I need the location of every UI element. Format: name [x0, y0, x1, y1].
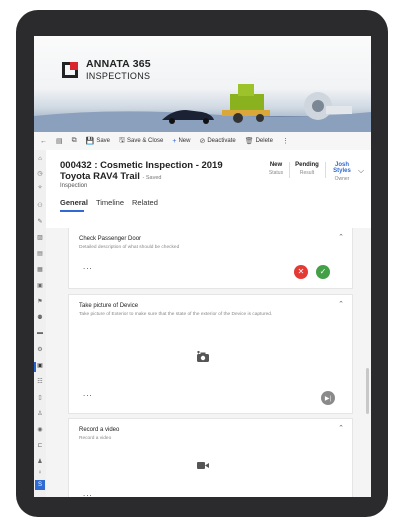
tab-general[interactable]: General — [60, 198, 88, 207]
new-button[interactable]: + New — [172, 138, 190, 145]
save-close-icon: 🖫 — [119, 136, 125, 144]
step-title: Take picture of Device — [79, 303, 139, 309]
check-icon: ✓ — [319, 267, 327, 276]
save-close-label: Save & Close — [127, 138, 164, 144]
location-icon[interactable]: ◉ — [36, 426, 44, 433]
delete-button[interactable]: 🗑 Delete — [245, 137, 273, 145]
scrollbar-thumb[interactable] — [366, 368, 369, 414]
brand-banner: ANNATA 365 INSPECTIONS — [34, 36, 371, 132]
record-header: 000432 : Cosmetic Inspection - 2019 Toyo… — [46, 150, 371, 229]
active-tab-underline — [60, 210, 84, 212]
step-description: Detailed description of what should be c… — [79, 245, 180, 250]
save-button[interactable]: 💾 Save — [86, 137, 110, 145]
tab-related[interactable]: Related — [132, 198, 158, 207]
clipboard-icon[interactable]: ▨ — [36, 234, 44, 241]
plus-icon: + — [172, 137, 177, 145]
more-commands-button[interactable]: ⋮ — [282, 137, 289, 145]
step-title: Record a video — [79, 427, 120, 433]
step-description: Take picture of Exterior to make sure th… — [79, 312, 273, 317]
form-icon: ▤ — [56, 138, 63, 145]
users-icon[interactable]: ⚉ — [36, 314, 44, 321]
tag-icon[interactable]: ⚑ — [36, 298, 44, 305]
truck-icon[interactable]: ▬ — [36, 330, 44, 336]
owner-field[interactable]: Josh Styles Owner — [327, 162, 357, 182]
step-description: Record a video — [79, 436, 112, 441]
skip-next-icon: ▶| — [324, 396, 332, 402]
back-arrow-icon: ← — [40, 137, 47, 145]
inspection-step-card: Check Passenger Door Detailed descriptio… — [68, 228, 353, 289]
record-title-text: 000432 : Cosmetic Inspection - 2019 Toyo… — [60, 160, 223, 182]
app-screen: ANNATA 365 INSPECTIONS ← ▤ ⧉ 💾 Save 🖫 Sa… — [34, 36, 371, 497]
recent-icon[interactable]: ◷ — [36, 170, 44, 177]
brand-name: ANNATA 365 — [86, 58, 151, 70]
tools-icon[interactable]: ✎ — [36, 218, 44, 225]
deactivate-label: Deactivate — [207, 138, 236, 144]
more-vertical-icon: ⋮ — [281, 138, 289, 145]
new-label: New — [178, 138, 191, 144]
more-options-button[interactable]: ... — [83, 262, 93, 271]
owner-label: Owner — [334, 176, 350, 182]
step-title: Check Passenger Door — [79, 236, 142, 242]
checklist-icon[interactable]: ☷ — [36, 378, 44, 385]
status-value: New — [269, 162, 283, 168]
pinned-icon[interactable]: ✧ — [36, 184, 44, 191]
owner-value[interactable]: Josh Styles — [327, 162, 357, 174]
document-icon[interactable]: ▯ — [36, 394, 44, 401]
car-icon[interactable]: ⊏ — [36, 442, 44, 449]
contact-icon[interactable]: ♟ — [36, 458, 44, 465]
status-label: Status — [268, 170, 284, 176]
lightbulb-icon[interactable]: ♀ — [36, 470, 44, 476]
command-form-button[interactable]: ▤ — [56, 137, 63, 145]
add-photo-icon[interactable] — [196, 351, 210, 363]
saved-indicator: - Saved — [142, 175, 162, 181]
save-close-button[interactable]: 🖫 Save & Close — [119, 136, 163, 147]
header-divider — [289, 162, 290, 178]
settings-icon[interactable]: ⚙ — [36, 346, 44, 353]
close-icon: ✕ — [297, 267, 305, 276]
collapse-icon[interactable]: ⌃ — [338, 424, 344, 432]
people-icon[interactable]: ⚇ — [36, 202, 44, 209]
tab-timeline[interactable]: Timeline — [96, 198, 124, 207]
record-title: 000432 : Cosmetic Inspection - 2019 Toyo… — [60, 160, 230, 184]
chevron-down-icon[interactable]: ⌵ — [358, 166, 364, 176]
deactivate-icon: ⊘ — [199, 138, 206, 145]
report-icon[interactable]: ▦ — [36, 266, 44, 273]
command-back-button[interactable]: ← — [40, 138, 47, 145]
command-popout-button[interactable]: ⧉ — [72, 137, 77, 145]
collapse-icon[interactable]: ⌃ — [338, 233, 344, 241]
more-options-button[interactable]: ... — [83, 489, 93, 497]
save-icon: 💾 — [85, 138, 95, 145]
collapse-icon[interactable]: ⌃ — [338, 300, 344, 308]
inspection-step-card: Record a video Record a video ⌃ ... — [68, 418, 353, 497]
reject-button[interactable]: ✕ — [294, 265, 308, 279]
result-label: Result — [299, 170, 315, 176]
accept-button[interactable]: ✓ — [316, 265, 330, 279]
deactivate-button[interactable]: ⊘ Deactivate — [199, 137, 235, 145]
status-field: New Status — [265, 162, 287, 176]
inspection-step-card: Take picture of Device Take picture of E… — [68, 294, 353, 414]
more-options-button[interactable]: ... — [83, 389, 93, 398]
user-icon[interactable]: ♙ — [36, 410, 44, 417]
save-label: Save — [96, 138, 111, 144]
result-field: Pending Result — [292, 162, 322, 176]
result-value: Pending — [295, 162, 319, 168]
command-bar: ← ▤ ⧉ 💾 Save 🖫 Save & Close + New ⊘ Deactiva… — [34, 132, 371, 151]
form-tabs: General Timeline Related — [60, 198, 158, 207]
trash-icon: 🗑 — [244, 138, 254, 145]
entity-type: Inspection — [60, 183, 88, 189]
delete-label: Delete — [255, 138, 273, 144]
home-icon[interactable]: ⌂ — [36, 156, 44, 162]
banner-illustration — [34, 84, 371, 132]
skip-button[interactable]: ▶| — [321, 391, 335, 405]
video-camera-icon[interactable] — [197, 461, 209, 470]
inspection-icon[interactable]: ▣ — [36, 362, 44, 369]
header-divider — [325, 162, 326, 178]
list-icon[interactable]: ▤ — [36, 250, 44, 257]
popout-icon: ⧉ — [71, 137, 77, 144]
calendar-icon[interactable]: ▣ — [36, 282, 44, 289]
form-content: Check Passenger Door Detailed descriptio… — [46, 228, 371, 497]
user-avatar[interactable]: S — [35, 480, 45, 490]
